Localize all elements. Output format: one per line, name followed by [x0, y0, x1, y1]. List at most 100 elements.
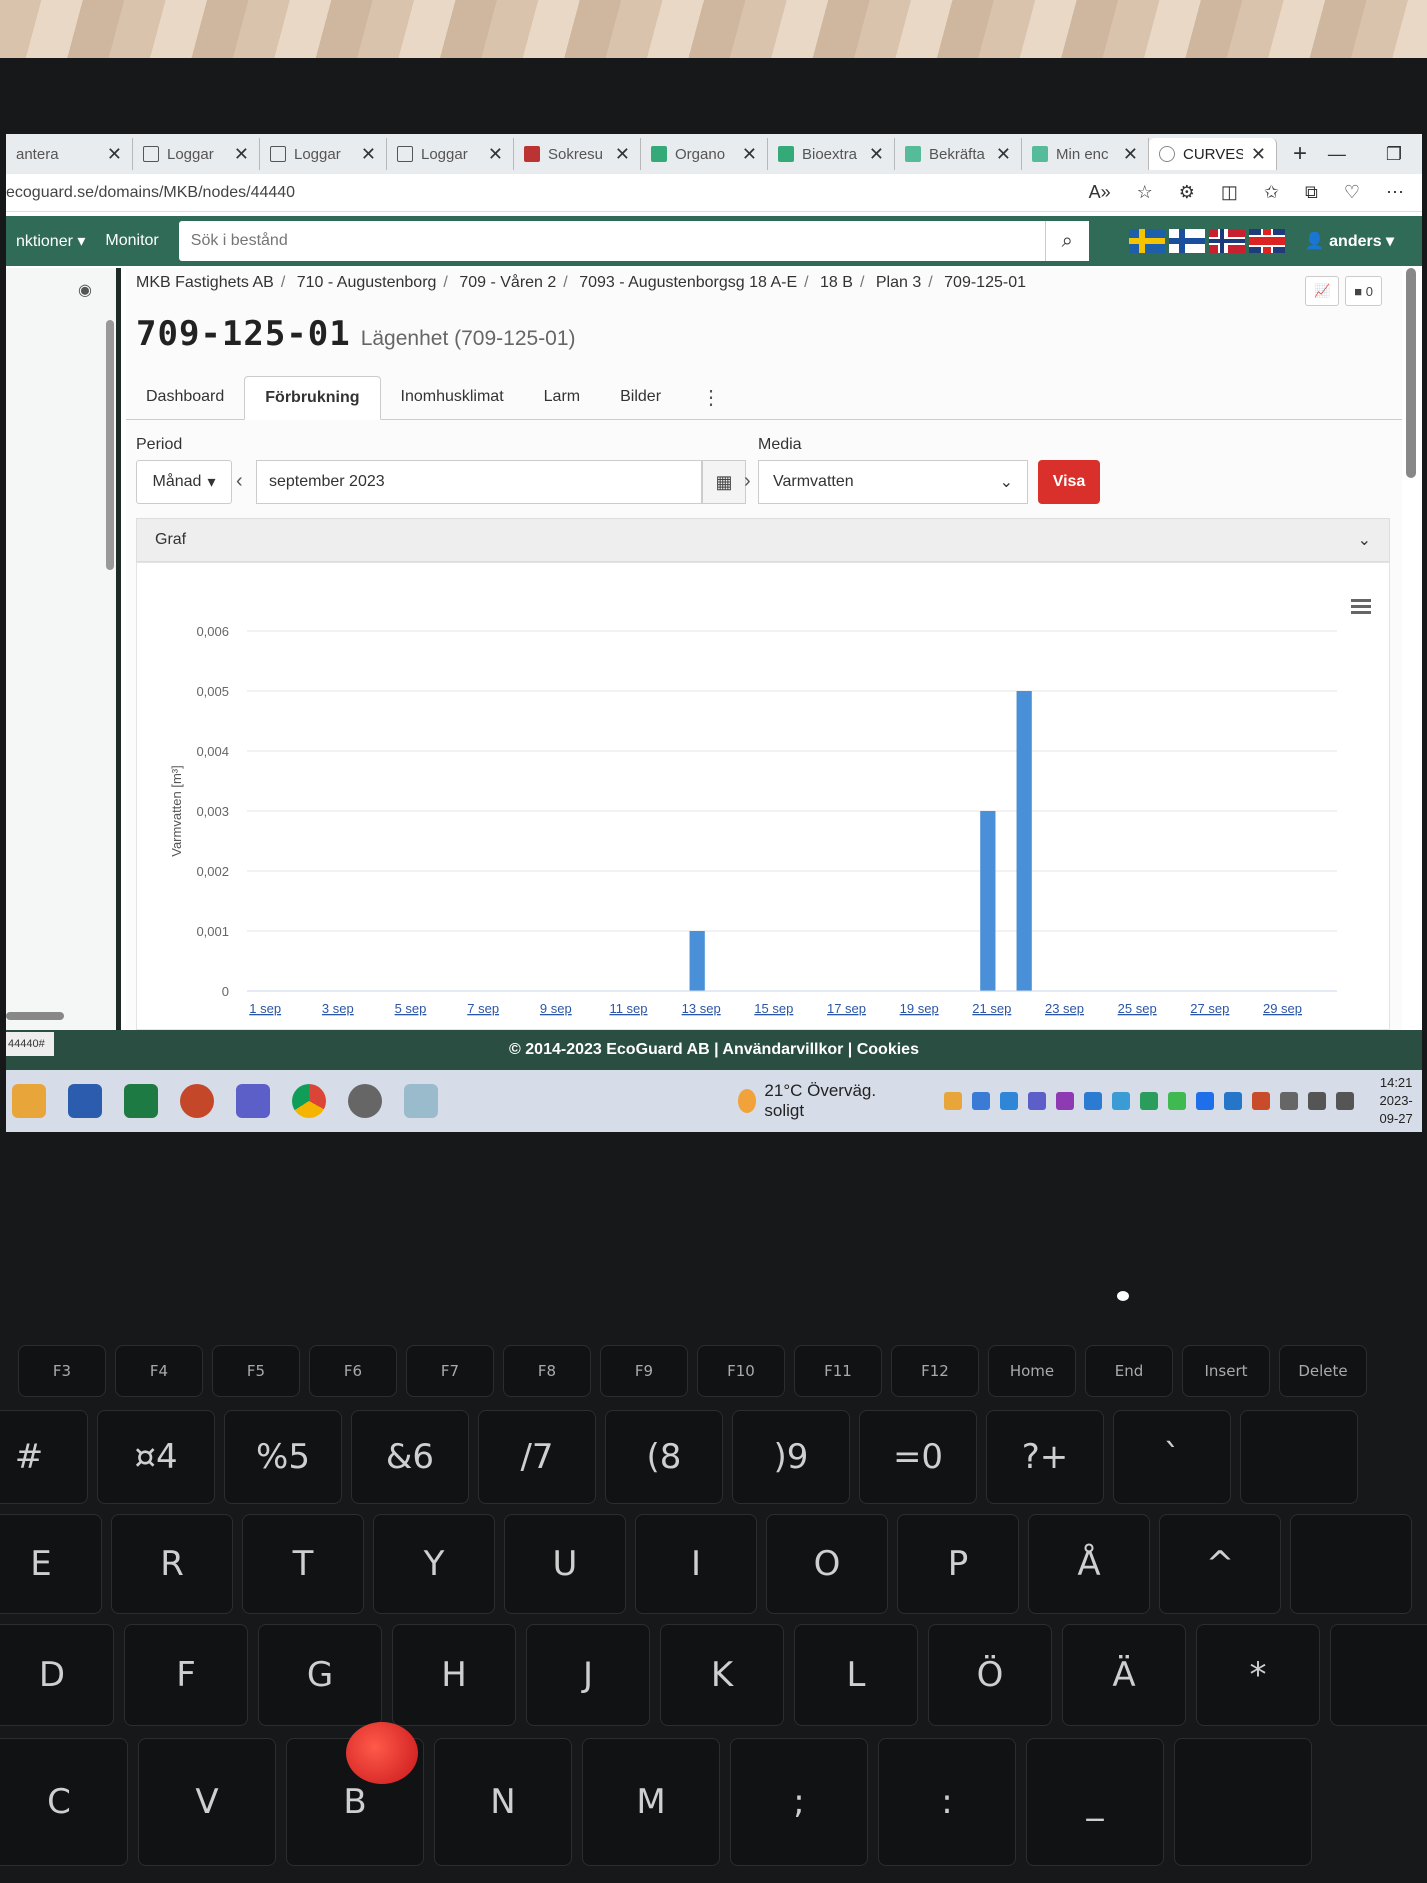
health-icon[interactable]: ♡ [1344, 182, 1360, 203]
monitor-link[interactable]: Monitor [95, 232, 168, 250]
split-screen-icon[interactable]: ◫ [1221, 182, 1238, 203]
pi-tray-icon[interactable] [1056, 1092, 1075, 1110]
search-input[interactable] [178, 232, 1045, 250]
mail-app-icon[interactable] [12, 1084, 46, 1118]
excel-app-icon[interactable] [124, 1084, 158, 1118]
app-tray-icon[interactable] [1252, 1092, 1271, 1110]
browser-tab-active[interactable]: CURVES ✕ [1149, 138, 1277, 170]
green-tray-icon[interactable] [1168, 1092, 1187, 1110]
breadcrumb-item[interactable]: 710 - Augustenborg [297, 274, 437, 291]
comments-button[interactable]: ■ 0 [1345, 276, 1382, 306]
battery-icon[interactable] [1280, 1092, 1299, 1110]
consumption-chart: 0 0,001 0,002 0,003 0,004 0,005 0,006 Varmvatte… [169, 599, 1371, 1049]
calendar-icon[interactable]: ▦ [702, 460, 746, 504]
browser-tab[interactable]: antera ✕ [6, 138, 133, 170]
url-field[interactable]: ecoguard.se/domains/MKB/nodes/44440 [6, 184, 295, 202]
outlook-tray-icon[interactable] [1084, 1092, 1103, 1110]
eye-icon[interactable]: ◉ [78, 280, 92, 300]
weather-widget[interactable]: 21°C Överväg. soligt [738, 1081, 884, 1121]
close-icon[interactable]: ✕ [615, 144, 630, 165]
previous-period-icon[interactable]: ‹ [236, 470, 243, 493]
breadcrumb-item[interactable]: 7093 - Augustenborgsg 18 A-E [579, 274, 797, 291]
keyboard-key: J [526, 1624, 650, 1726]
favorites-icon[interactable]: ✩ [1264, 182, 1279, 203]
sync-tray-icon[interactable] [1224, 1092, 1243, 1110]
user-menu[interactable]: 👤 anders ▾ [1305, 231, 1394, 251]
word-app-icon[interactable] [68, 1084, 102, 1118]
close-icon[interactable]: ✕ [361, 144, 376, 165]
finland-flag[interactable] [1168, 229, 1205, 253]
volume-icon[interactable] [1336, 1092, 1355, 1110]
bluetooth-icon[interactable] [1196, 1092, 1215, 1110]
graph-section-header[interactable]: Graf ⌄ [136, 518, 1390, 562]
restore-icon[interactable]: ❐ [1386, 144, 1402, 165]
wifi-icon[interactable] [1308, 1092, 1327, 1110]
browser-tab[interactable]: Bekräfta ✕ [895, 138, 1022, 170]
chart-icon[interactable]: 📈 [1305, 276, 1340, 306]
snipping-tool-icon[interactable] [404, 1084, 438, 1118]
chevron-down-icon: ⌄ [999, 474, 1013, 491]
tree-horizontal-scrollbar[interactable] [6, 1012, 64, 1020]
search-icon[interactable]: ⌕ [1044, 221, 1089, 261]
more-tabs-icon[interactable]: ⋮ [681, 375, 741, 419]
media-select[interactable]: Varmvatten ⌄ [758, 460, 1028, 504]
collections-icon[interactable]: ⧉ [1305, 182, 1318, 203]
keyboard-key: _ [1026, 1738, 1164, 1866]
close-icon[interactable]: ✕ [234, 144, 249, 165]
norway-flag[interactable] [1208, 229, 1245, 253]
close-icon[interactable]: ✕ [107, 144, 122, 165]
close-icon[interactable]: ✕ [488, 144, 503, 165]
teams-tray-icon[interactable] [1028, 1092, 1047, 1110]
onedrive-tray-icon[interactable] [1000, 1092, 1019, 1110]
close-icon[interactable]: ✕ [996, 144, 1011, 165]
powerpoint-app-icon[interactable] [180, 1084, 214, 1118]
teams-app-icon[interactable] [236, 1084, 270, 1118]
breadcrumb-item[interactable]: 18 B [820, 274, 853, 291]
page-scrollbar[interactable] [1406, 268, 1416, 478]
close-icon[interactable]: ✕ [742, 144, 757, 165]
close-icon[interactable]: ✕ [869, 144, 884, 165]
read-aloud-icon[interactable]: A» [1089, 182, 1111, 203]
uk-flag[interactable] [1248, 229, 1285, 253]
next-period-icon[interactable]: › [744, 470, 751, 493]
globe-tray-icon[interactable] [972, 1092, 991, 1110]
browser-tab[interactable]: Loggar ✕ [133, 138, 260, 170]
tree-scrollbar[interactable] [106, 320, 114, 570]
browser-tab[interactable]: Bioextra ✕ [768, 138, 895, 170]
sweden-flag[interactable] [1128, 229, 1165, 253]
browser-tab[interactable]: Organo ✕ [641, 138, 768, 170]
functions-menu[interactable]: nktioner ▾ [6, 231, 95, 251]
breadcrumb-item[interactable]: MKB Fastighets AB [136, 274, 274, 291]
star-icon[interactable]: ☆ [1137, 182, 1153, 203]
period-type-dropdown[interactable]: Månad ▾ [136, 460, 232, 504]
compass-app-icon[interactable] [348, 1084, 382, 1118]
minimize-icon[interactable]: — [1328, 144, 1346, 165]
browser-tab[interactable]: Loggar ✕ [387, 138, 514, 170]
browser-tab[interactable]: Sokresu ✕ [514, 138, 641, 170]
tab-bilder[interactable]: Bilder [600, 375, 681, 419]
breadcrumb-item[interactable]: Plan 3 [876, 274, 921, 291]
browser-tab[interactable]: Min enc ✕ [1022, 138, 1149, 170]
mail-tray-icon[interactable] [944, 1092, 963, 1110]
photo: antera ✕ Loggar ✕ Loggar ✕ Loggar ✕ Sokresu ✕… [0, 0, 1427, 1883]
date-field[interactable]: september 2023 [256, 460, 702, 504]
extensions-icon[interactable]: ⚙ [1179, 182, 1195, 203]
network-tray-icon[interactable] [1112, 1092, 1131, 1110]
keyboard-key: (8 [605, 1410, 723, 1504]
tab-forbrukning[interactable]: Förbrukning [244, 376, 381, 420]
status-link: 44440# [6, 1032, 54, 1056]
tab-dashboard[interactable]: Dashboard [126, 375, 244, 419]
browser-tab[interactable]: Loggar ✕ [260, 138, 387, 170]
close-icon[interactable]: ✕ [1251, 144, 1266, 165]
close-icon[interactable]: ✕ [1123, 144, 1138, 165]
chrome-app-icon[interactable] [292, 1084, 326, 1118]
new-tab-icon[interactable]: + [1277, 140, 1323, 168]
breadcrumb-item[interactable]: 709 - Våren 2 [459, 274, 556, 291]
keyboard-key: F3 [18, 1345, 106, 1397]
tab-larm[interactable]: Larm [524, 375, 600, 419]
more-icon[interactable]: ⋯ [1386, 182, 1404, 203]
shield-tray-icon[interactable] [1140, 1092, 1159, 1110]
visa-button[interactable]: Visa [1038, 460, 1100, 504]
clock[interactable]: 14:21 2023-09-27 [1370, 1074, 1422, 1128]
tab-inomhusklimat[interactable]: Inomhusklimat [381, 375, 524, 419]
